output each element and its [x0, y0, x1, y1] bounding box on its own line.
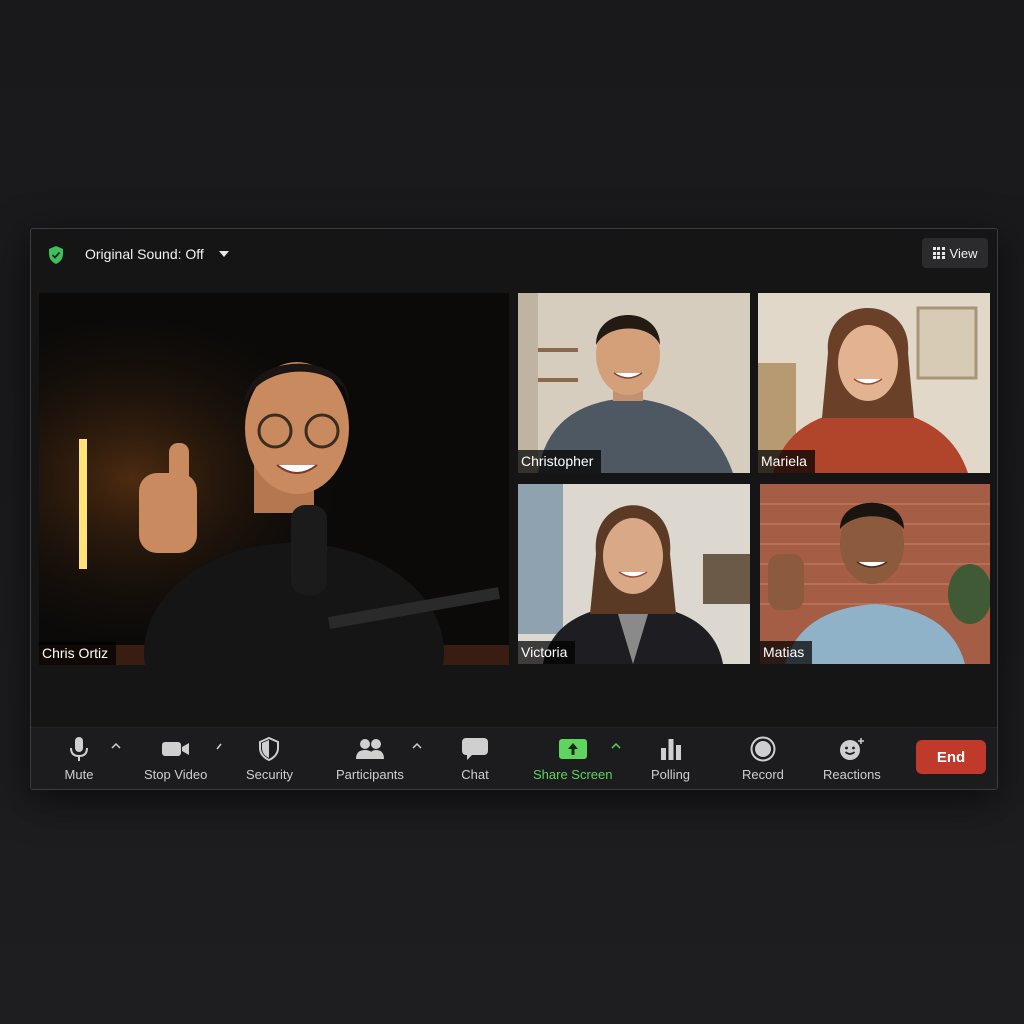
- grid-icon: [932, 247, 945, 259]
- end-meeting-button[interactable]: End: [916, 740, 986, 774]
- participant-name: Christopher: [518, 450, 602, 473]
- microphone-icon: [70, 737, 88, 761]
- participant-name: Victoria: [518, 641, 576, 664]
- participant-tile-mariela[interactable]: Mariela: [758, 293, 990, 473]
- encryption-shield-icon[interactable]: [47, 245, 65, 265]
- bar-chart-icon: [660, 739, 681, 760]
- participant-tile-matias[interactable]: Matias: [760, 484, 990, 664]
- polling-label: Polling: [651, 767, 691, 782]
- share-screen-label: Share Screen: [533, 767, 613, 782]
- mute-button[interactable]: Mute: [62, 734, 96, 783]
- participant-tile-victoria[interactable]: Victoria: [518, 484, 750, 664]
- view-label: View: [949, 245, 978, 261]
- polling-button[interactable]: Polling: [651, 734, 690, 783]
- original-sound-toggle[interactable]: Original Sound: Off: [85, 245, 204, 263]
- view-button[interactable]: View: [922, 238, 988, 268]
- meeting-window: Original Sound: Off View Chris Ortiz Chr…: [30, 228, 998, 790]
- participants-button[interactable]: Participants: [336, 734, 404, 783]
- smiley-icon: [839, 738, 864, 760]
- reactions-button[interactable]: Reactions: [823, 734, 881, 783]
- participant-video-frame: [758, 293, 990, 473]
- meeting-toolbar: Mute Stop Video Security Participants Ch…: [31, 727, 997, 789]
- mute-label: Mute: [64, 767, 94, 782]
- participant-name: Mariela: [758, 450, 815, 473]
- speaker-video-frame: [39, 293, 509, 665]
- share-screen-button[interactable]: Share Screen: [533, 734, 613, 783]
- share-screen-icon: [558, 739, 587, 759]
- speech-bubble-icon: [462, 738, 488, 760]
- participant-name: Chris Ortiz: [39, 642, 117, 665]
- shield-icon: [259, 737, 280, 761]
- participants-label: Participants: [336, 767, 404, 782]
- video-camera-icon: [161, 742, 189, 756]
- reactions-label: Reactions: [823, 767, 881, 782]
- mute-options-chevron-up-icon[interactable]: [110, 740, 122, 752]
- stop-video-button[interactable]: Stop Video: [144, 734, 207, 783]
- participant-video-frame: [518, 293, 750, 473]
- record-label: Record: [742, 767, 784, 782]
- video-options-chevron-icon[interactable]: [213, 740, 225, 752]
- security-button[interactable]: Security: [246, 734, 293, 783]
- chat-label: Chat: [461, 767, 489, 782]
- record-button[interactable]: Record: [742, 734, 784, 783]
- security-label: Security: [246, 767, 293, 782]
- participants-options-chevron-up-icon[interactable]: [411, 740, 423, 752]
- main-speaker-video[interactable]: Chris Ortiz: [39, 293, 509, 665]
- chat-button[interactable]: Chat: [458, 734, 492, 783]
- participant-video-frame: [760, 484, 990, 664]
- share-options-chevron-up-icon[interactable]: [610, 740, 622, 752]
- participant-tile-christopher[interactable]: Christopher: [518, 293, 750, 473]
- stop-video-label: Stop Video: [144, 767, 208, 782]
- top-bar: Original Sound: Off View: [31, 229, 997, 281]
- record-icon: [750, 736, 776, 762]
- chevron-down-icon[interactable]: [219, 251, 229, 257]
- participant-video-frame: [518, 484, 750, 664]
- participant-name: Matias: [760, 641, 813, 664]
- people-icon: [355, 739, 384, 759]
